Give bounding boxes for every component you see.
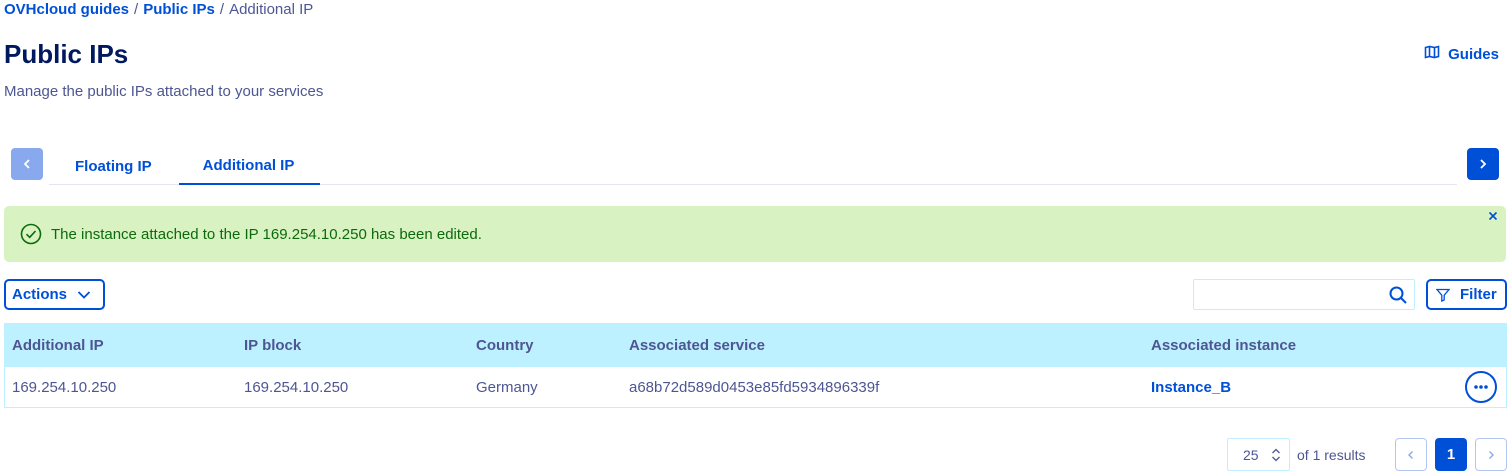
chevron-left-icon	[1408, 450, 1413, 459]
previous-page-button[interactable]	[1395, 438, 1427, 471]
page-title: Public IPs	[4, 39, 129, 69]
tab-list: Floating IP Additional IP	[49, 147, 1457, 185]
breadcrumb: OVHcloud guides / Public IPs / Additiona…	[4, 1, 313, 19]
breadcrumb-separator: /	[219, 1, 225, 18]
results-count: of 1 results	[1297, 447, 1366, 463]
guides-label: Guides	[1448, 45, 1499, 63]
search-box	[1193, 279, 1415, 310]
search-icon[interactable]	[1388, 285, 1408, 305]
filter-icon	[1436, 288, 1450, 302]
tabs-scroll-right-button[interactable]	[1467, 148, 1499, 180]
page-subtitle: Manage the public IPs attached to your s…	[4, 83, 324, 100]
page-number-button[interactable]: 1	[1435, 438, 1467, 471]
instance-link[interactable]: Instance_B	[1151, 367, 1231, 407]
sort-arrows-icon	[1272, 448, 1280, 462]
page-size-select[interactable]: 25	[1227, 438, 1290, 471]
page-size-value: 25	[1243, 446, 1259, 463]
success-alert: The instance attached to the IP 169.254.…	[4, 206, 1506, 262]
alert-message: The instance attached to the IP 169.254.…	[51, 225, 482, 243]
filter-button[interactable]: Filter	[1426, 279, 1507, 310]
table-header: Additional IP IP block Country Associate…	[5, 324, 1506, 367]
column-header-ip-block: IP block	[244, 337, 302, 354]
actions-label: Actions	[12, 286, 68, 303]
ip-table: Additional IP IP block Country Associate…	[4, 323, 1507, 408]
tab-floating-ip[interactable]: Floating IP	[49, 147, 178, 185]
search-input[interactable]	[1194, 280, 1374, 309]
close-icon	[1488, 211, 1498, 221]
ellipsis-icon	[1474, 385, 1488, 389]
check-circle-icon	[20, 223, 42, 245]
column-header-associated-service: Associated service	[629, 337, 765, 354]
chevron-right-icon	[1480, 159, 1487, 169]
cell-country: Germany	[476, 378, 538, 396]
filter-label: Filter	[1460, 286, 1497, 303]
cell-associated-service: a68b72d589d0453e85fd5934896339f	[629, 378, 880, 396]
book-icon	[1424, 44, 1440, 64]
cell-ip-block: 169.254.10.250	[244, 378, 349, 396]
actions-dropdown-button[interactable]: Actions	[4, 279, 105, 310]
breadcrumb-separator: /	[134, 1, 139, 18]
breadcrumb-link-guides[interactable]: OVHcloud guides	[4, 1, 129, 19]
tabs-container: Floating IP Additional IP	[11, 147, 1499, 185]
breadcrumb-link-public-ips[interactable]: Public IPs	[143, 1, 215, 19]
column-header-country: Country	[476, 337, 534, 354]
cell-additional-ip: 169.254.10.250	[12, 378, 117, 396]
column-header-additional-ip: Additional IP	[12, 337, 104, 354]
close-alert-button[interactable]	[1486, 209, 1500, 223]
tab-additional-ip[interactable]: Additional IP	[178, 147, 321, 185]
column-header-associated-instance: Associated instance	[1151, 337, 1297, 354]
row-actions-button[interactable]	[1465, 371, 1497, 403]
guides-link[interactable]: Guides	[1424, 44, 1499, 64]
table-row: 169.254.10.250 169.254.10.250 Germany a6…	[5, 367, 1506, 407]
next-page-button[interactable]	[1475, 438, 1507, 471]
chevron-right-icon	[1489, 450, 1494, 459]
chevron-down-icon	[77, 290, 91, 299]
chevron-left-icon	[23, 159, 30, 169]
tabs-scroll-left-button[interactable]	[11, 148, 43, 180]
breadcrumb-current: Additional IP	[229, 1, 314, 18]
